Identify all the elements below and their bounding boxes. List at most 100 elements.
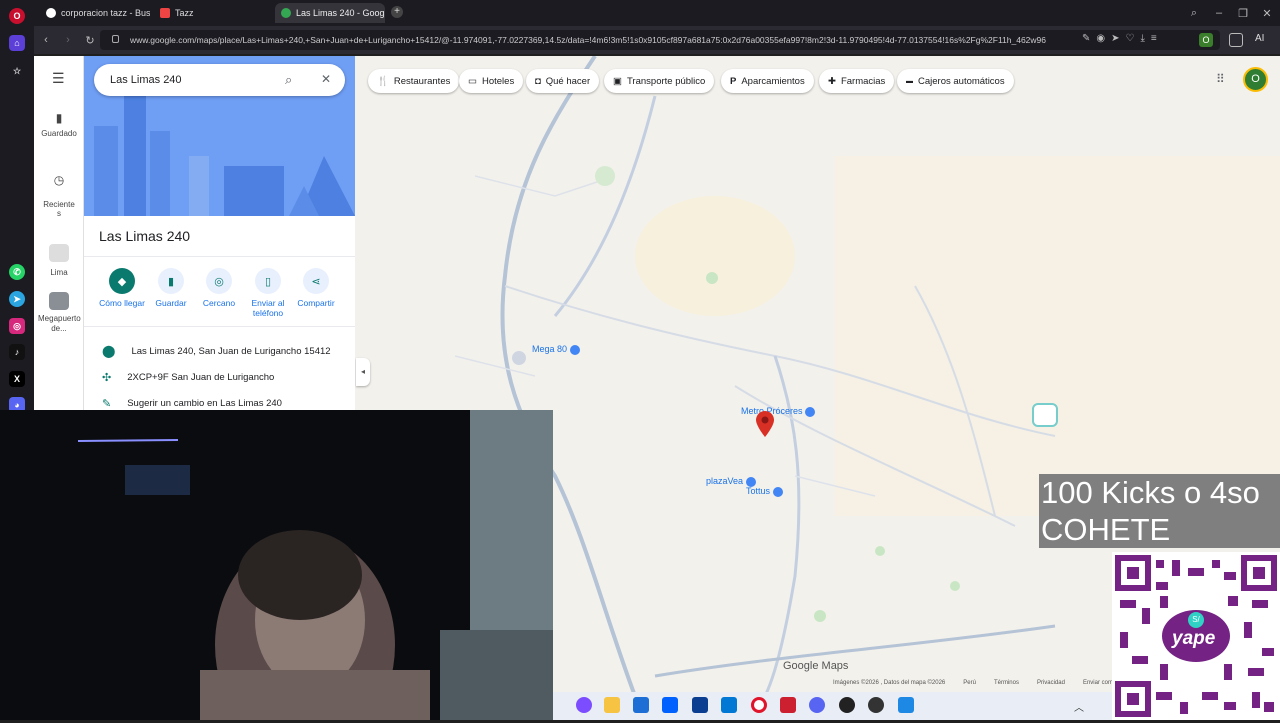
chevron-up-icon[interactable]: ︿ bbox=[1074, 699, 1084, 714]
red-location-pin-icon[interactable] bbox=[756, 411, 774, 440]
chip-aparcamientos[interactable]: P Aparcamientos bbox=[721, 69, 814, 93]
outlook-icon[interactable] bbox=[721, 697, 737, 713]
account-avatar[interactable]: O bbox=[1243, 67, 1268, 92]
search-input[interactable]: Las Limas 240 ⌕ ✕ bbox=[94, 64, 345, 96]
map-footer: Imágenes ©2026 , Datos del mapa ©2026 Pe… bbox=[833, 680, 1120, 686]
info-text: 2XCP+9F San Juan de Lurigancho bbox=[127, 372, 275, 383]
webcam-feed bbox=[0, 410, 553, 720]
directions-button[interactable]: ◆ Cómo llegar bbox=[97, 268, 147, 308]
restaurant-icon: 🍴 bbox=[377, 75, 389, 87]
divider bbox=[84, 256, 355, 257]
rail-label: Guardado bbox=[41, 129, 77, 138]
rail-lima[interactable]: Lima bbox=[34, 244, 84, 277]
close-window-button[interactable]: ✕ bbox=[1259, 5, 1275, 21]
google-maps-logo: Google Maps bbox=[783, 660, 849, 672]
chip-transporte-publico[interactable]: ▣ Transporte público bbox=[604, 69, 715, 93]
rail-guardado[interactable]: ▮ Guardado bbox=[34, 111, 84, 138]
save-button[interactable]: ▮ Guardar bbox=[146, 268, 196, 308]
tab-las-limas[interactable]: Las Limas 240 - Google M bbox=[275, 3, 385, 23]
x-icon[interactable]: X bbox=[9, 371, 25, 387]
search-icon[interactable]: ⌕ bbox=[285, 72, 292, 88]
tab-tazz[interactable]: Tazz bbox=[154, 3, 272, 23]
heart-icon[interactable]: ♡ bbox=[1126, 33, 1135, 44]
store-icon[interactable] bbox=[633, 697, 649, 713]
close-icon[interactable]: ✕ bbox=[321, 72, 331, 86]
tab-label: Las Limas 240 - Google M bbox=[296, 8, 385, 18]
suggest-edit-row[interactable]: ✎ Sugerir un cambio en Las Limas 240 bbox=[102, 397, 282, 410]
extension-icon[interactable] bbox=[1229, 33, 1243, 47]
address-row[interactable]: ⬤ Las Limas 240, San Juan de Lurigancho … bbox=[102, 344, 331, 358]
rail-label: Megapuerto de... bbox=[38, 314, 81, 333]
forward-button[interactable]: › bbox=[60, 32, 76, 48]
poi-label: Tottus bbox=[746, 486, 771, 496]
discord-taskbar-icon[interactable] bbox=[809, 697, 825, 713]
nearby-icon: ◎ bbox=[206, 268, 232, 294]
menu-icon[interactable]: ≡ bbox=[1151, 33, 1157, 44]
easy-setup-icon[interactable]: ✎ bbox=[1082, 33, 1090, 44]
share-icon: ⋖ bbox=[303, 268, 329, 294]
privacy-link[interactable]: Privacidad bbox=[1037, 680, 1065, 686]
copilot-icon[interactable] bbox=[576, 697, 592, 713]
download-icon[interactable]: ⤓ bbox=[1140, 33, 1144, 44]
wps-icon[interactable] bbox=[780, 697, 796, 713]
aria-ai-button[interactable]: AI bbox=[1255, 33, 1264, 44]
profile-badge[interactable]: O bbox=[1199, 33, 1213, 47]
new-tab-button[interactable]: + bbox=[391, 6, 403, 18]
search-tabs-icon[interactable]: ⌕ bbox=[1186, 5, 1202, 21]
media-icon[interactable] bbox=[868, 697, 884, 713]
dropbox-icon[interactable] bbox=[662, 697, 678, 713]
info-text: Las Limas 240, San Juan de Lurigancho 15… bbox=[131, 345, 331, 357]
file-explorer-icon[interactable] bbox=[604, 697, 620, 713]
opera-taskbar-icon[interactable] bbox=[751, 697, 767, 713]
qr-badge: S/ bbox=[1188, 612, 1204, 628]
nearby-button[interactable]: ◎ Cercano bbox=[194, 268, 244, 308]
phone-icon: ▯ bbox=[255, 268, 281, 294]
chip-restaurantes[interactable]: 🍴 Restaurantes bbox=[368, 69, 460, 93]
poi-tottus[interactable]: Tottus bbox=[746, 486, 783, 497]
chip-label: Hoteles bbox=[481, 75, 515, 87]
opera-icon[interactable]: O bbox=[9, 8, 25, 24]
chip-farmacias[interactable]: ✚ Farmacias bbox=[819, 69, 895, 93]
reload-button[interactable]: ↻ bbox=[82, 32, 98, 48]
collapse-panel-button[interactable]: ◂ bbox=[356, 358, 370, 386]
telegram-icon[interactable]: ➤ bbox=[9, 291, 25, 307]
country-link[interactable]: Perú bbox=[963, 680, 976, 686]
rail-megapuerto[interactable]: Megapuerto de... bbox=[34, 292, 84, 334]
obs-icon[interactable] bbox=[839, 697, 855, 713]
tab-corporacion-tazz[interactable]: corporacion tazz - Buscar bbox=[40, 3, 150, 23]
chip-que-hacer[interactable]: ◘ Qué hacer bbox=[526, 69, 600, 93]
send-to-phone-button[interactable]: ▯ Enviar al teléfono bbox=[243, 268, 293, 318]
poi-label: Mega 80 bbox=[532, 344, 568, 354]
rail-label: Lima bbox=[50, 268, 68, 277]
plus-code-row[interactable]: ✣ 2XCP+9F San Juan de Lurigancho bbox=[102, 371, 274, 384]
minimize-button[interactable]: – bbox=[1211, 5, 1227, 21]
back-button[interactable]: ‹ bbox=[38, 32, 54, 48]
restore-button[interactable]: ❐ bbox=[1235, 5, 1251, 21]
bookmark-icon: ▮ bbox=[158, 268, 184, 294]
whatsapp-icon[interactable]: ✆ bbox=[9, 264, 25, 280]
terms-link[interactable]: Términos bbox=[994, 680, 1019, 686]
chip-hoteles[interactable]: ▭ Hoteles bbox=[459, 69, 524, 93]
apps-grid-icon[interactable]: ⠿ bbox=[1216, 72, 1225, 86]
notes-icon[interactable] bbox=[898, 697, 914, 713]
tiktok-icon[interactable]: ♪ bbox=[9, 344, 25, 360]
poi-metro-proceres[interactable]: Metro Próceres bbox=[741, 406, 816, 417]
instagram-icon[interactable]: ◎ bbox=[9, 318, 25, 334]
chip-cajeros[interactable]: ▬ Cajeros automáticos bbox=[897, 69, 1014, 93]
pin-icon[interactable]: ☆ bbox=[9, 63, 25, 79]
snapshot-icon[interactable]: ◉ bbox=[1096, 33, 1105, 44]
code-editor-icon[interactable] bbox=[692, 697, 708, 713]
hamburger-icon[interactable]: ☰ bbox=[52, 70, 65, 87]
home-icon[interactable]: ⌂ bbox=[9, 35, 25, 51]
yape-logo: yape bbox=[1172, 628, 1216, 649]
camera-icon: ◘ bbox=[535, 75, 541, 87]
send-icon[interactable]: ➤ bbox=[1111, 33, 1119, 44]
share-button[interactable]: ⋖ Compartir bbox=[291, 268, 341, 308]
place-thumb bbox=[49, 292, 69, 310]
rail-label: Reciente s bbox=[43, 200, 75, 218]
chip-label: Qué hacer bbox=[545, 75, 591, 87]
pharmacy-icon: ✚ bbox=[828, 75, 836, 87]
url-field[interactable]: www.google.com/maps/place/Las+Limas+240,… bbox=[100, 30, 1220, 50]
poi-mega-80[interactable]: Mega 80 bbox=[532, 344, 580, 355]
rail-recientes[interactable]: ◷ Reciente s bbox=[34, 164, 84, 227]
